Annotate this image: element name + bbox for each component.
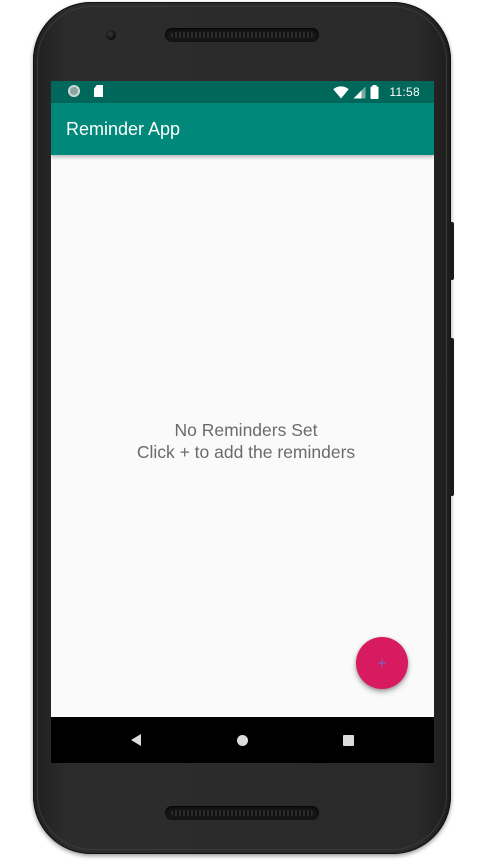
front-camera <box>106 30 116 40</box>
earpiece-speaker <box>165 28 319 42</box>
empty-state: No Reminders Set Click + to add the remi… <box>51 419 434 463</box>
back-button[interactable] <box>111 717 161 763</box>
status-indicators: 11:58 <box>333 84 420 100</box>
screen: 11:58 Reminder App No Reminders Set Clic… <box>51 81 434 763</box>
status-notifications <box>68 85 103 97</box>
add-reminder-button[interactable]: + <box>356 637 408 689</box>
app-toolbar: Reminder App <box>51 103 434 155</box>
reminder-list: No Reminders Set Click + to add the remi… <box>51 155 434 717</box>
power-button <box>450 222 454 280</box>
status-time: 11:58 <box>389 85 420 99</box>
recents-button[interactable] <box>323 717 373 763</box>
sync-icon <box>68 85 80 97</box>
sd-card-icon <box>94 85 103 97</box>
navigation-bar <box>51 717 434 763</box>
bottom-speaker <box>165 806 319 820</box>
volume-rocker <box>450 338 454 496</box>
back-icon <box>131 734 141 746</box>
battery-icon <box>370 85 379 99</box>
app-title: Reminder App <box>66 119 181 139</box>
empty-state-title: No Reminders Set <box>174 420 318 440</box>
add-icon: + <box>376 656 388 670</box>
home-button[interactable] <box>217 717 267 763</box>
empty-state-hint: Click + to add the reminders <box>136 442 356 462</box>
home-icon <box>236 734 248 746</box>
wifi-icon <box>333 85 350 98</box>
status-bar: 11:58 <box>51 81 434 103</box>
cell-signal-icon <box>353 86 366 98</box>
recents-icon <box>342 734 354 746</box>
